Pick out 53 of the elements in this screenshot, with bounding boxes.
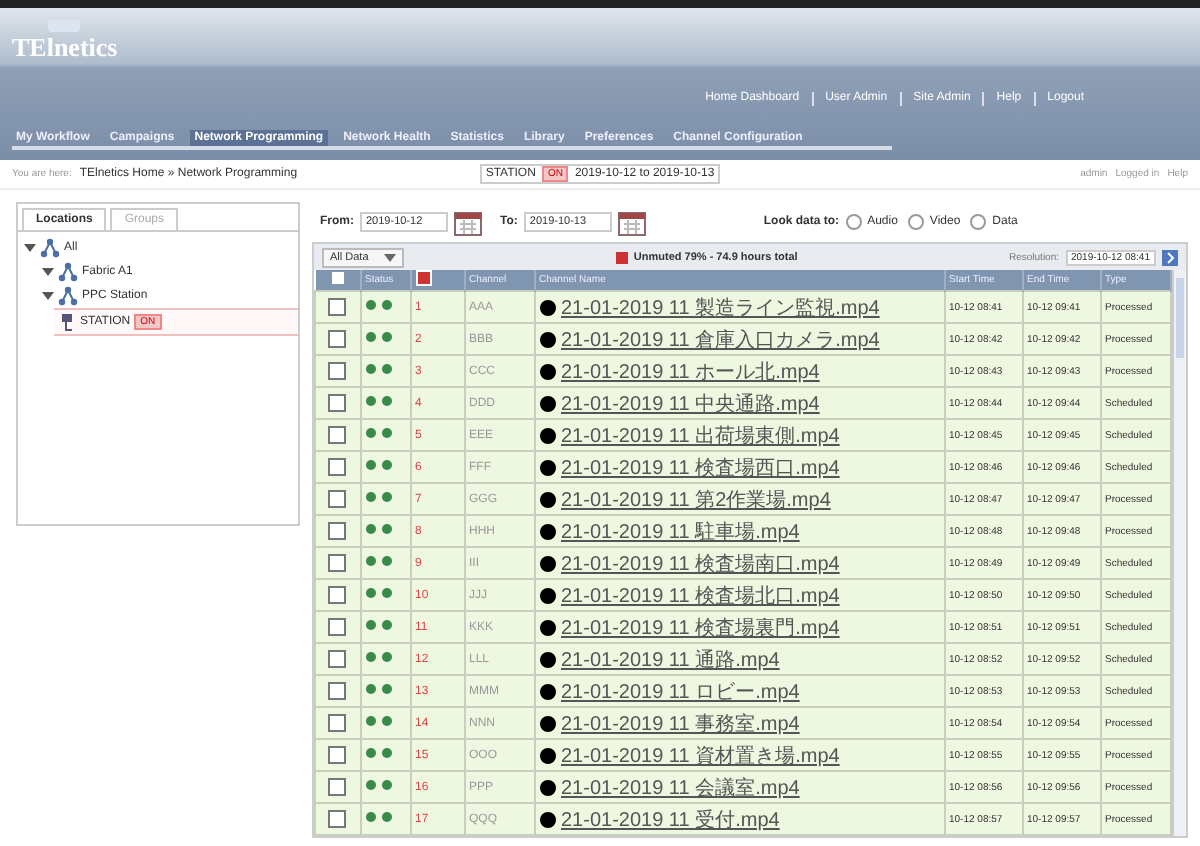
dot-icon (539, 523, 555, 539)
row-checkbox[interactable] (328, 298, 347, 316)
expand-toggle-icon[interactable] (42, 290, 54, 302)
dot-icon (539, 747, 555, 763)
row-checkbox[interactable] (328, 394, 347, 412)
row-checkbox[interactable] (328, 330, 347, 348)
network-icon (40, 238, 60, 258)
expand-toggle-icon[interactable] (42, 266, 54, 278)
expand-toggle-icon[interactable] (24, 242, 36, 254)
flag-icon (415, 270, 431, 286)
radio-button[interactable] (907, 214, 924, 230)
row-checkbox[interactable] (328, 362, 347, 380)
radio-button[interactable] (845, 214, 862, 230)
row-checkbox[interactable] (328, 586, 347, 604)
dot-icon (539, 715, 555, 731)
dot-icon (539, 587, 555, 603)
alert-icon (615, 251, 628, 263)
dot-icon (539, 779, 555, 795)
dot-icon (539, 299, 555, 315)
calendar-icon[interactable] (617, 209, 646, 235)
dot-icon (539, 363, 555, 379)
row-checkbox[interactable] (328, 682, 347, 700)
calendar-icon[interactable] (454, 209, 482, 235)
column-header[interactable] (315, 270, 360, 291)
camera-icon (60, 312, 76, 332)
go-icon[interactable] (1161, 249, 1178, 265)
row-checkbox[interactable] (328, 522, 347, 540)
logo: TElnetics (12, 18, 118, 60)
dot-icon (539, 427, 555, 443)
row-checkbox[interactable] (328, 458, 347, 476)
dot-icon (539, 683, 555, 699)
dot-icon (539, 811, 555, 827)
row-checkbox[interactable] (328, 426, 347, 444)
dot-icon (539, 619, 555, 635)
row-checkbox[interactable] (328, 746, 347, 764)
row-checkbox[interactable] (328, 490, 347, 508)
row-checkbox[interactable] (328, 778, 347, 796)
dot-icon (539, 555, 555, 571)
select-all-checkbox[interactable] (331, 272, 343, 284)
network-icon (58, 262, 78, 282)
dot-icon (539, 331, 555, 347)
row-checkbox[interactable] (328, 618, 347, 636)
caret-icon (384, 253, 397, 261)
row-checkbox[interactable] (328, 810, 347, 828)
row-checkbox[interactable] (328, 714, 347, 732)
row-checkbox[interactable] (328, 650, 347, 668)
network-icon (58, 286, 78, 306)
radio-button[interactable] (970, 214, 987, 230)
dot-icon (539, 491, 555, 507)
row-checkbox[interactable] (328, 554, 347, 572)
dot-icon (539, 395, 555, 411)
dot-icon (539, 651, 555, 667)
dot-icon (539, 459, 555, 475)
